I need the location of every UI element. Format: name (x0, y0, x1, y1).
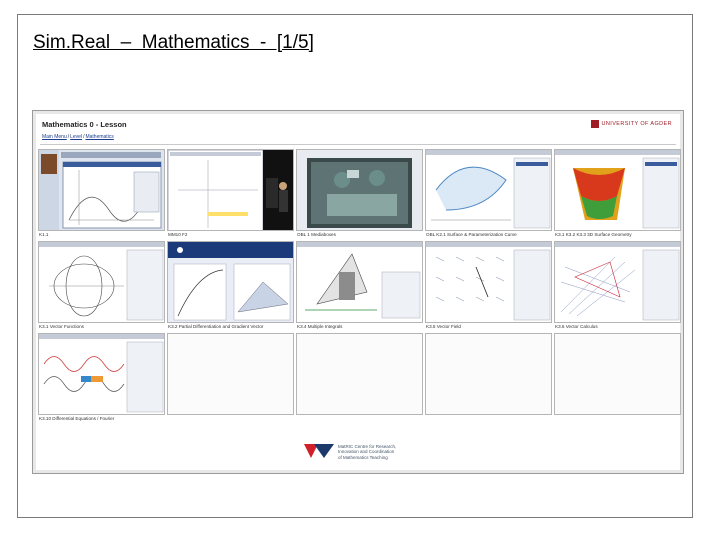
surgery-video-icon (296, 149, 423, 231)
tile-mm10[interactable]: MM10 F2 (167, 149, 294, 240)
tile-k31[interactable]: K3.1 Vector Functions (38, 241, 165, 332)
university-logo: UNIVERSITY OF AGDER (590, 120, 672, 128)
tile-k32[interactable]: K3.2 Partial Differentiation and Gradien… (167, 241, 294, 332)
empty-slot (296, 333, 423, 415)
tile-3d-surface[interactable]: K3.1 K3.2 K3.3 3D Surface Geometry (554, 149, 681, 240)
gradient-icon (167, 241, 294, 323)
tile-k35[interactable]: K3.5 Vector Field (425, 241, 552, 332)
fourier-icon (38, 333, 165, 415)
university-crest-icon (590, 120, 599, 128)
tile-caption: K3.2 Partial Differentiation and Gradien… (168, 324, 264, 329)
matric-text: MatRIC Centre for Research, Innovation a… (338, 444, 396, 460)
tile-caption: OBL K2.1 Surface & Parameterization Curv… (426, 232, 517, 237)
divider (40, 144, 676, 145)
desktop-app-icon (38, 149, 165, 231)
integral-icon (296, 241, 423, 323)
tile-k34[interactable]: K3.4 Multiple Integrals (296, 241, 423, 332)
tile-empty (167, 333, 294, 424)
tile-caption: K3.5 Vector Field (426, 324, 461, 329)
tile-k11[interactable]: K1.1 (38, 149, 165, 240)
tile-obl1[interactable]: OBL 1 Mediaboxes (296, 149, 423, 240)
tile-caption: K3.4 Multiple Integrals (297, 324, 343, 329)
breadcrumb-mathematics[interactable]: Mathematics (85, 134, 113, 140)
tile-empty (296, 333, 423, 424)
tile-empty (554, 333, 681, 424)
tile-k310[interactable]: K3.10 Differential Equations / Fourier (38, 333, 165, 424)
curve-plot-icon (425, 149, 552, 231)
tile-obl-k21[interactable]: OBL K2.1 Surface & Parameterization Curv… (425, 149, 552, 240)
matric-logo: MatRIC Centre for Research, Innovation a… (304, 444, 396, 460)
tile-caption: K3.1 Vector Functions (39, 324, 84, 329)
breadcrumb-level[interactable]: Level (70, 134, 82, 140)
vector-field-icon (425, 241, 552, 323)
university-name: UNIVERSITY OF AGDER (601, 121, 672, 127)
slide-title: Sim.Real – Mathematics - [1/5] (33, 32, 314, 53)
tile-caption: K1.1 (39, 232, 49, 237)
matric-line: of Mathematics Teaching (338, 454, 388, 460)
lecture-video-icon (167, 149, 294, 231)
breadcrumb: Main Menu/Level/Mathematics (42, 134, 114, 140)
empty-slot (554, 333, 681, 415)
empty-slot (425, 333, 552, 415)
lesson-page: Mathematics 0 - Lesson UNIVERSITY OF AGD… (36, 114, 681, 470)
tile-empty (425, 333, 552, 424)
lesson-screenshot: Mathematics 0 - Lesson UNIVERSITY OF AGD… (32, 110, 684, 474)
tile-k36[interactable]: K3.6 Vector Calculus (554, 241, 681, 332)
matric-triangle-icon (304, 444, 334, 459)
vector-calculus-icon (554, 241, 681, 323)
breadcrumb-main-menu[interactable]: Main Menu (42, 134, 67, 140)
tile-caption: K3.6 Vector Calculus (555, 324, 598, 329)
lesson-title: Mathematics 0 - Lesson (42, 120, 127, 129)
tile-caption: OBL 1 Mediaboxes (297, 232, 336, 237)
vector-function-icon (38, 241, 165, 323)
empty-slot (167, 333, 294, 415)
tile-caption: K3.10 Differential Equations / Fourier (39, 416, 115, 421)
3d-surface-icon (554, 149, 681, 231)
tile-caption: MM10 F2 (168, 232, 188, 237)
tile-caption: K3.1 K3.2 K3.3 3D Surface Geometry (555, 232, 632, 237)
